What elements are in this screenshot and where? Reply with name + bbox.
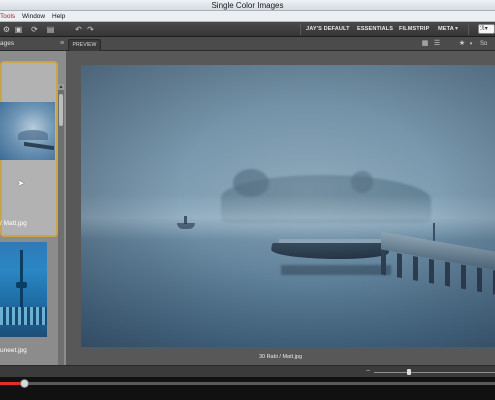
thumbnail-tower-pod xyxy=(16,282,27,288)
thumbnail-label: uneet.jpg xyxy=(0,347,27,354)
chevron-down-icon[interactable]: ▾ xyxy=(452,25,461,34)
scroll-up-icon[interactable]: ▲ xyxy=(58,84,64,90)
progress-track[interactable] xyxy=(0,382,495,385)
toolbar-divider xyxy=(300,24,301,35)
document-icon[interactable]: ▣ xyxy=(14,25,23,34)
scrollbar-thumb[interactable] xyxy=(59,94,63,126)
document-icon[interactable]: ▤ xyxy=(46,25,55,34)
star-icon[interactable]: ★ xyxy=(458,40,466,48)
slider-handle[interactable] xyxy=(407,369,411,375)
undo-icon[interactable]: ↶ xyxy=(74,25,83,34)
toolbar-divider xyxy=(468,24,469,35)
refresh-icon[interactable]: ⟳ xyxy=(30,25,39,34)
preview-caption: 30 Rabi / Matt.jpg xyxy=(258,354,303,360)
tab-preview[interactable]: PREVIEW xyxy=(68,39,101,51)
thumbnail-island xyxy=(18,130,48,140)
thumbnail-dock xyxy=(24,141,54,151)
panel-header: ages ≡ PREVIEW ▦ ☰ ★ ▾ So xyxy=(0,37,495,51)
thumbnail-city xyxy=(0,307,47,325)
content-panel: ➤ / Matt.jpg uneet.jpg ▲ ▼ xyxy=(0,51,66,400)
progress-scrubber[interactable] xyxy=(19,379,29,388)
workspace-essentials[interactable]: ESSENTIALS xyxy=(357,22,393,37)
workspace-jays-default[interactable]: JAY'S DEFAULT xyxy=(306,22,350,37)
preview-image[interactable] xyxy=(81,65,495,347)
panel-menu-icon[interactable]: ≡ xyxy=(58,40,66,48)
workspace-filmstrip[interactable]: FILMSTRIP xyxy=(399,22,429,37)
redo-icon[interactable]: ↷ xyxy=(86,25,95,34)
sort-label[interactable]: So xyxy=(480,37,487,51)
menu-tools[interactable]: Tools xyxy=(0,11,15,22)
gear-icon[interactable]: ⚙ xyxy=(2,25,11,34)
preview-panel: 30 Rabi / Matt.jpg xyxy=(66,51,495,365)
chevron-down-icon[interactable]: ▾ xyxy=(467,40,475,48)
toolbar: ⚙ ▣ ⟳ ▤ ↶ ↷ JAY'S DEFAULT ESSENTIALS FIL… xyxy=(0,22,495,37)
status-bar: − xyxy=(0,365,495,377)
menu-bar: Tools Window Help xyxy=(0,11,495,22)
thumbnail-label: / Matt.jpg xyxy=(0,220,27,227)
window-title: Single Color Images xyxy=(211,1,284,10)
grid-view-icon[interactable]: ▦ xyxy=(421,40,429,48)
menu-window[interactable]: Window xyxy=(22,11,45,22)
thumbnail-tower xyxy=(20,250,23,310)
video-player-bar xyxy=(0,377,495,400)
thumbnail-image[interactable] xyxy=(0,242,47,337)
menu-help[interactable]: Help xyxy=(52,11,65,22)
title-bar: Single Color Images xyxy=(0,0,495,11)
content-panel-label: ages xyxy=(0,40,15,47)
photo-vignette xyxy=(81,65,495,347)
content-scrollbar[interactable]: ▲ ▼ xyxy=(58,84,64,400)
mouse-cursor-icon: ➤ xyxy=(17,178,25,188)
thumbnail-size-slider[interactable] xyxy=(374,372,495,373)
search-icon: ℛ▾ xyxy=(480,26,488,32)
thumbnail-image[interactable] xyxy=(0,102,55,160)
list-view-icon[interactable]: ☰ xyxy=(433,40,441,48)
search-input[interactable]: ℛ▾ xyxy=(478,24,495,34)
